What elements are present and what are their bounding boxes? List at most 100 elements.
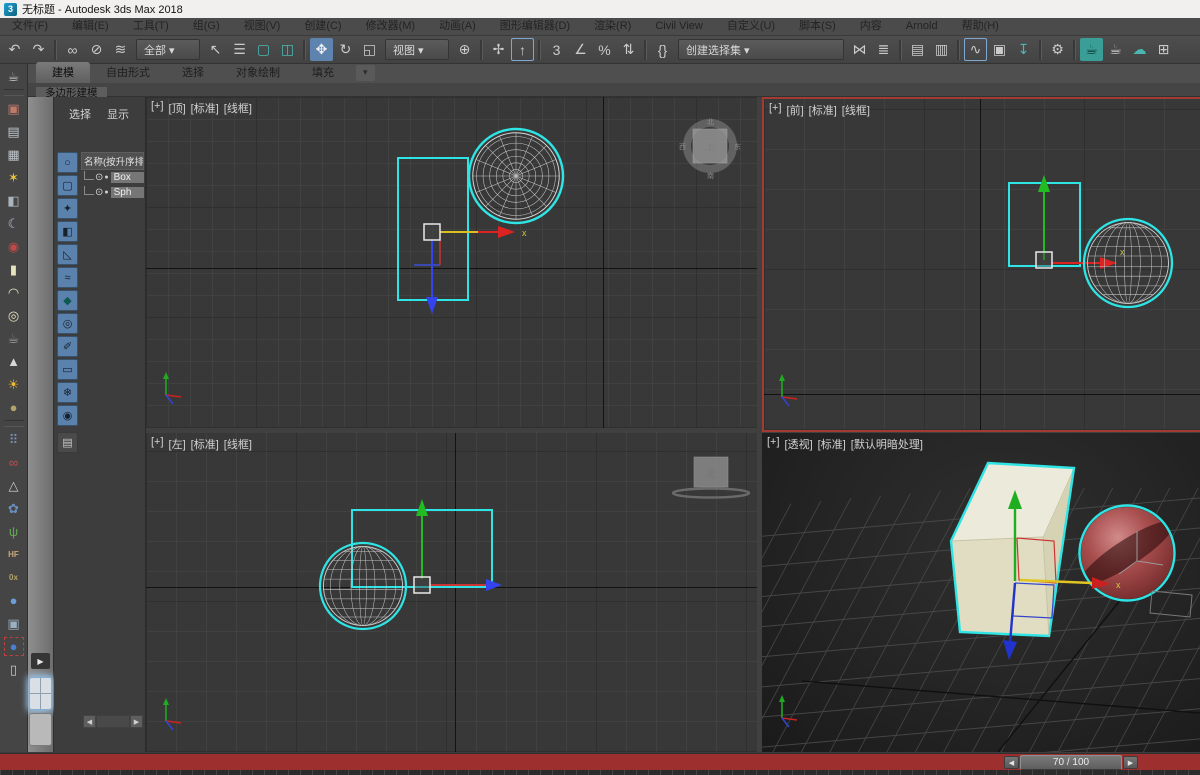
eye-icon[interactable]: ⊙ <box>95 172 103 183</box>
viewport-label-part[interactable]: [线框] <box>224 436 252 452</box>
coin-icon[interactable]: 0x <box>2 566 26 589</box>
ribbon-config-menu[interactable]: ▾ <box>356 65 375 81</box>
menu-item[interactable]: 视图(V) <box>232 18 293 35</box>
track-bar[interactable] <box>0 770 1200 775</box>
viewport-label-part[interactable]: [标准] <box>191 436 219 452</box>
menu-item[interactable]: 内容 <box>848 18 894 35</box>
menu-item[interactable]: 脚本(S) <box>787 18 848 35</box>
edit-named-selections-icon[interactable]: {} <box>651 38 674 61</box>
filter-display-none-icon[interactable]: ○ <box>57 152 78 173</box>
menu-item[interactable]: 编辑(E) <box>60 18 121 35</box>
viewport-label-part[interactable]: [标准] <box>818 436 846 452</box>
menu-item[interactable]: 工具(T) <box>121 18 181 35</box>
layout-expander-button[interactable]: ▶ <box>31 653 50 669</box>
scene-list-icon[interactable]: ▤ <box>2 120 26 143</box>
bind-to-space-warp-icon[interactable]: ≋ <box>109 38 132 61</box>
tab-populate[interactable]: 填充 <box>296 62 350 83</box>
scene-object-row[interactable]: ⊙ ● Sph <box>81 185 144 200</box>
moon-icon[interactable]: ☾ <box>2 212 26 235</box>
time-slider-bar[interactable]: ◀ 70 / 100 ▶ <box>0 753 1200 770</box>
sphere-primitive-icon[interactable]: ● <box>2 396 26 419</box>
next-frame-button[interactable]: ▶ <box>1123 756 1138 769</box>
move-gizmo[interactable] <box>413 499 502 594</box>
image-map-icon[interactable]: ▣ <box>2 612 26 635</box>
unlink-selection-icon[interactable]: ⊘ <box>85 38 108 61</box>
selection-filter-dropdown[interactable]: 全部 ▾ <box>136 39 200 60</box>
camera-icon[interactable]: ◧ <box>2 189 26 212</box>
reference-coordinate-dropdown[interactable]: 视图 ▾ <box>385 39 449 60</box>
menu-item[interactable]: 图形编辑器(D) <box>488 18 582 35</box>
dome-primitive-icon[interactable]: ◠ <box>2 281 26 304</box>
clipboard-icon[interactable]: ▯ <box>2 658 26 681</box>
viewport-label-part[interactable]: [线框] <box>842 102 870 118</box>
rendered-image-icon[interactable]: ▣ <box>2 97 26 120</box>
scene-menu-select[interactable]: 选择 <box>69 106 91 122</box>
scene-object-row[interactable]: ⊙ ● Box <box>81 170 144 185</box>
viewport-label-part[interactable]: [+] <box>767 436 780 452</box>
name-column-header[interactable]: 名称(按升序排 <box>81 152 144 170</box>
scroll-right-button[interactable]: ▶ <box>130 715 143 728</box>
previous-frame-button[interactable]: ◀ <box>1004 756 1019 769</box>
layout-preset-single-button[interactable] <box>29 713 52 746</box>
filter-bones-icon[interactable]: ✐ <box>57 336 78 357</box>
filter-spacewarps-icon[interactable]: ≈ <box>57 267 78 288</box>
filter-particles-icon[interactable]: ◎ <box>57 313 78 334</box>
tab-selection[interactable]: 选择 <box>166 62 220 83</box>
snaps-toggle-icon[interactable]: 3 <box>545 38 568 61</box>
viewport-layout-icon[interactable]: ⊞ <box>1152 38 1175 61</box>
filter-frozen-icon[interactable]: ❄ <box>57 382 78 403</box>
filter-shapes-icon[interactable]: ▢ <box>57 175 78 196</box>
time-slider-handle[interactable]: 70 / 100 <box>1020 755 1122 770</box>
teapot-primitive-icon[interactable]: ☕ <box>2 327 26 350</box>
viewport-label-part[interactable]: [默认明暗处理] <box>851 436 923 452</box>
keyboard-override-icon[interactable]: ↑ <box>511 38 534 61</box>
grass-icon[interactable]: ψ <box>2 520 26 543</box>
viewport-label-part[interactable]: [前] <box>787 102 804 118</box>
viewport-left[interactable]: [+] [左] [标准] [线框] 左 <box>146 433 757 752</box>
select-by-name-icon[interactable]: ☰ <box>228 38 251 61</box>
tab-freeform[interactable]: 自由形式 <box>90 62 166 83</box>
move-gizmo[interactable]: x <box>414 223 527 314</box>
menu-item[interactable]: 文件(F) <box>0 18 60 35</box>
select-and-move-icon[interactable]: ✥ <box>310 38 333 61</box>
viewport-front[interactable]: [+] [前] [标准] [线框] x <box>762 97 1200 432</box>
sun-light-icon[interactable]: ☀ <box>2 373 26 396</box>
sphere-object-top[interactable] <box>467 127 565 225</box>
rendered-frame-window-icon[interactable]: ☕ <box>1080 38 1103 61</box>
material-editor-icon[interactable]: ↧ <box>1012 38 1035 61</box>
viewport-label-part[interactable]: [+] <box>151 436 164 452</box>
menu-item[interactable]: 自定义(U) <box>715 18 787 35</box>
tab-object-paint[interactable]: 对象绘制 <box>220 62 296 83</box>
filter-list-icon[interactable]: ▤ <box>57 432 78 453</box>
named-selection-sets-dropdown[interactable]: 创建选择集 ▾ <box>678 39 844 60</box>
curve-editor-icon[interactable]: ∿ <box>964 38 987 61</box>
dashed-sphere-icon[interactable]: ● <box>3 637 24 656</box>
viewport-label-part[interactable]: [顶] <box>169 100 186 116</box>
menu-item[interactable]: 创建(C) <box>292 18 353 35</box>
select-and-link-icon[interactable]: ∞ <box>61 38 84 61</box>
film-reel-icon[interactable]: ◉ <box>2 235 26 258</box>
filter-cameras-icon[interactable]: ◧ <box>57 221 78 242</box>
molecule-icon[interactable]: ∞ <box>2 451 26 474</box>
blue-sphere-icon[interactable]: ● <box>2 589 26 612</box>
redo-icon[interactable]: ↷ <box>27 38 50 61</box>
menu-item[interactable]: Civil View <box>643 18 714 35</box>
viewcube[interactable]: 北 南 西 东 上 <box>678 115 742 184</box>
tab-modeling[interactable]: 建模 <box>36 62 90 83</box>
scrollbar-track[interactable] <box>96 715 130 728</box>
viewport-label-part[interactable]: [线框] <box>224 100 252 116</box>
scroll-left-button[interactable]: ◀ <box>83 715 96 728</box>
percent-snap-icon[interactable]: % <box>593 38 616 61</box>
mirror-icon[interactable]: ⋈ <box>848 38 871 61</box>
select-object-icon[interactable]: ↖ <box>204 38 227 61</box>
viewport-label-part[interactable]: [+] <box>151 100 164 116</box>
filter-containers-icon[interactable]: ▭ <box>57 359 78 380</box>
spreadsheet-icon[interactable]: ▦ <box>2 143 26 166</box>
frozen-dot-icon[interactable]: ● <box>104 174 108 181</box>
skin-pyramid-icon[interactable]: △ <box>2 474 26 497</box>
render-in-cloud-icon[interactable]: ☁ <box>1128 38 1151 61</box>
render-setup-icon[interactable]: ⚙ <box>1046 38 1069 61</box>
menu-item[interactable]: 动画(A) <box>427 18 488 35</box>
menu-item[interactable]: 渲染(R) <box>582 18 643 35</box>
light-lister-icon[interactable]: ✶ <box>2 166 26 189</box>
